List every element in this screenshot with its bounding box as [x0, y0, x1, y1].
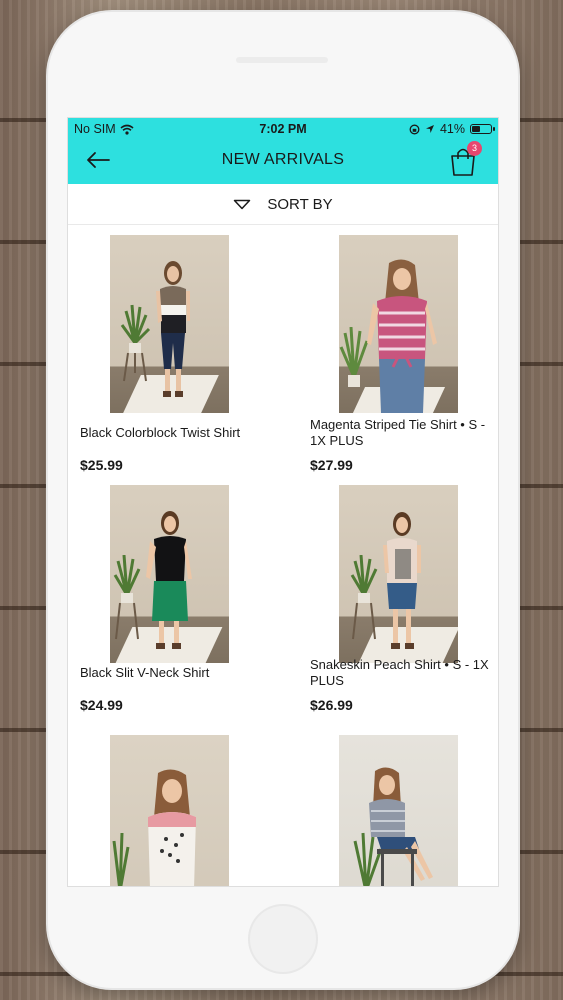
top-bar: No SIM 7:02 PM 41% NEW ARRIVALS 3: [68, 118, 498, 184]
product-image[interactable]: [110, 485, 229, 663]
location-arrow-icon: [425, 125, 434, 133]
product-image[interactable]: [339, 235, 458, 413]
product-price: $27.99: [310, 457, 353, 473]
product-card[interactable]: Black Colorblock Twist Shirt $25.99: [68, 225, 283, 475]
product-price: $25.99: [80, 457, 123, 473]
product-price: $26.99: [310, 697, 353, 713]
home-button[interactable]: [248, 904, 318, 974]
chevron-down-icon: [234, 199, 251, 209]
product-card[interactable]: Black Slit V-Neck Shirt $24.99: [68, 475, 283, 725]
battery-percent: 41%: [439, 122, 465, 136]
sort-by-label: SORT BY: [267, 195, 333, 213]
product-price: $24.99: [80, 697, 123, 713]
phone-frame: No SIM 7:02 PM 41% NEW ARRIVALS 3 SORT B…: [48, 12, 518, 988]
product-image[interactable]: [339, 485, 458, 663]
product-card[interactable]: Magenta Striped Tie Shirt • S - 1X PLUS …: [283, 225, 498, 475]
status-bar: No SIM 7:02 PM 41%: [68, 118, 498, 138]
product-card[interactable]: [283, 725, 498, 886]
rotation-lock-icon: [409, 124, 420, 134]
sort-by-button[interactable]: SORT BY: [68, 184, 498, 225]
product-card[interactable]: Snakeskin Peach Shirt • S - 1X PLUS $26.…: [283, 475, 498, 725]
product-card[interactable]: [68, 725, 283, 886]
cart-button[interactable]: 3: [448, 141, 482, 177]
battery-icon: [470, 124, 495, 134]
phone-speaker: [236, 57, 328, 63]
product-name[interactable]: Black Slit V-Neck Shirt: [80, 665, 270, 681]
product-image[interactable]: [339, 735, 458, 886]
cart-count-badge: 3: [467, 141, 482, 156]
product-image[interactable]: [110, 735, 229, 886]
product-name[interactable]: Black Colorblock Twist Shirt: [80, 425, 270, 441]
product-name[interactable]: Snakeskin Peach Shirt • S - 1X PLUS: [310, 657, 498, 689]
app-screen: No SIM 7:02 PM 41% NEW ARRIVALS 3 SORT B…: [68, 118, 498, 886]
page-title: NEW ARRIVALS: [221, 151, 345, 168]
product-name[interactable]: Magenta Striped Tie Shirt • S - 1X PLUS: [310, 417, 498, 449]
product-image[interactable]: [110, 235, 229, 413]
